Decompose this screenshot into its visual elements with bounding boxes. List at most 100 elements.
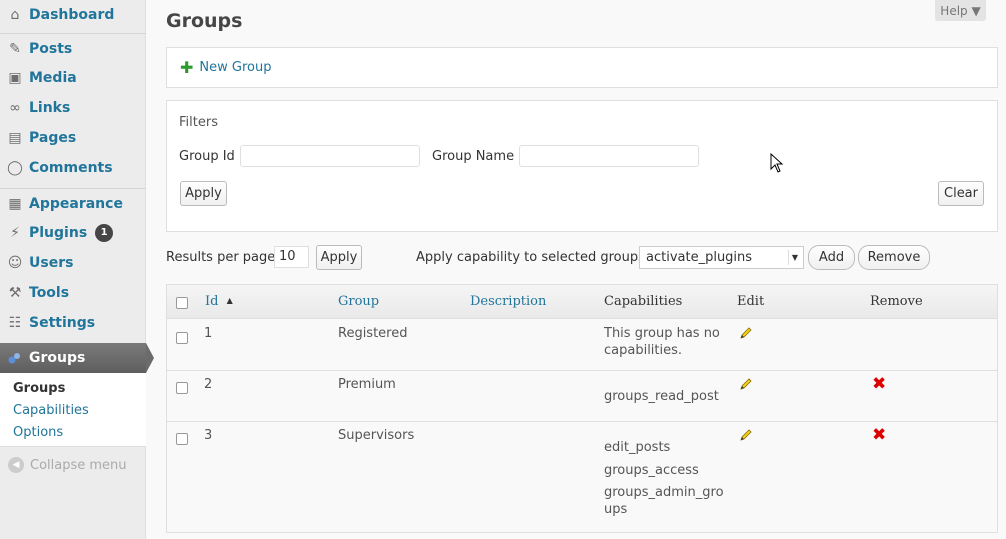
update-count-badge: 1 xyxy=(95,224,114,242)
comment-icon: ◯ xyxy=(7,160,23,176)
row-capabilities: This group has no capabilities. xyxy=(604,326,720,358)
new-group-panel: ✚ New Group xyxy=(166,47,998,88)
admin-sidebar: ⌂ Dashboard ✎ Posts ▣ Media ∞ Links ▤ Pa… xyxy=(0,0,154,539)
table-row: 1 Registered This group has no capabilit… xyxy=(167,319,997,371)
remove-x-icon[interactable]: ✖ xyxy=(872,427,886,444)
row-capability: groups_read_post xyxy=(604,389,719,404)
sort-ascending-icon: ▲ xyxy=(226,296,233,305)
column-remove: Remove xyxy=(870,294,923,309)
menu-label: Pages xyxy=(29,130,77,146)
menu-posts[interactable]: ✎ Posts xyxy=(0,33,146,63)
help-tab-button[interactable]: Help ▼ xyxy=(935,0,986,21)
link-icon: ∞ xyxy=(9,100,21,116)
results-per-page-input[interactable]: 10 xyxy=(274,246,309,268)
row-checkbox[interactable] xyxy=(176,332,188,344)
column-capabilities: Capabilities xyxy=(604,294,683,309)
edit-pencil-icon[interactable] xyxy=(739,326,753,340)
submenu-groups[interactable]: Groups xyxy=(13,381,65,396)
plug-icon: ⚡ xyxy=(10,225,20,241)
filters-apply-button[interactable]: Apply xyxy=(180,181,227,206)
row-group-name: Premium xyxy=(338,377,396,392)
submenu-capabilities[interactable]: Capabilities xyxy=(13,403,89,418)
row-checkbox[interactable] xyxy=(176,382,188,394)
menu-pages[interactable]: ▤ Pages xyxy=(0,123,146,153)
groups-submenu: Groups Capabilities Options xyxy=(0,373,146,447)
capability-select[interactable]: activate_plugins ▼ xyxy=(639,246,804,269)
menu-appearance[interactable]: ▦ Appearance xyxy=(0,188,146,218)
row-id: 1 xyxy=(204,326,213,341)
settings-icon: ☷ xyxy=(8,315,22,331)
row-id: 2 xyxy=(204,377,213,392)
table-header: Id ▲ Group Description Capabilities Edit… xyxy=(167,285,997,319)
table-toolbar: Results per page 10 Apply Apply capabili… xyxy=(166,245,998,271)
edit-pencil-icon[interactable] xyxy=(739,428,753,442)
main-content: Groups Help ▼ ✚ New Group Filters Group … xyxy=(147,0,1006,539)
apply-capability-label: Apply capability to selected groups: xyxy=(416,250,650,265)
menu-users[interactable]: ☺ Users xyxy=(0,248,146,278)
column-group-sort[interactable]: Group xyxy=(338,294,379,309)
row-capability: groups_access xyxy=(604,463,699,478)
menu-label: Appearance xyxy=(29,195,123,212)
filters-title: Filters xyxy=(179,115,218,130)
new-group-label: New Group xyxy=(199,60,272,75)
mouse-cursor-icon xyxy=(770,153,784,173)
users-icon: ☺ xyxy=(7,255,23,271)
column-id-sort[interactable]: Id ▲ xyxy=(205,294,233,309)
media-icon: ▣ xyxy=(8,70,22,86)
column-edit: Edit xyxy=(737,294,765,309)
chevron-down-icon: ▼ xyxy=(788,250,801,265)
menu-label: Comments xyxy=(29,160,113,176)
results-apply-button[interactable]: Apply xyxy=(316,245,362,270)
row-capability: edit_posts xyxy=(604,440,671,455)
row-group-name: Registered xyxy=(338,326,408,341)
menu-tools[interactable]: ⚒ Tools xyxy=(0,278,146,308)
row-capability: groups_admin_gro ups xyxy=(604,485,724,517)
column-description-sort[interactable]: Description xyxy=(470,294,546,309)
menu-label: Settings xyxy=(29,315,96,331)
groups-icon xyxy=(7,350,23,366)
filters-panel: Filters Group Id Group Name Apply Clear xyxy=(166,100,998,232)
pushpin-icon: ✎ xyxy=(9,40,21,57)
menu-links[interactable]: ∞ Links xyxy=(0,93,146,123)
table-row: 3 Supervisors edit_posts groups_access g… xyxy=(167,422,997,532)
group-id-input[interactable] xyxy=(240,145,420,167)
menu-settings[interactable]: ☷ Settings xyxy=(0,308,146,338)
submenu-options[interactable]: Options xyxy=(13,425,63,440)
menu-dashboard[interactable]: ⌂ Dashboard xyxy=(0,0,146,30)
dashboard-icon: ⌂ xyxy=(10,7,20,23)
collapse-menu-button[interactable]: ◀ Collapse menu xyxy=(8,457,127,473)
page-title: Groups xyxy=(166,10,243,32)
capability-selected-value: activate_plugins xyxy=(646,250,753,265)
row-checkbox[interactable] xyxy=(176,433,188,445)
menu-groups-current[interactable]: Groups xyxy=(0,343,154,373)
pages-icon: ▤ xyxy=(8,130,22,146)
add-capability-button[interactable]: Add xyxy=(808,245,855,270)
group-name-input[interactable] xyxy=(519,145,699,167)
row-id: 3 xyxy=(204,428,213,443)
menu-label: Groups xyxy=(29,350,86,366)
menu-plugins[interactable]: ⚡ Plugins 1 xyxy=(0,218,146,248)
filters-clear-button[interactable]: Clear xyxy=(938,181,984,206)
menu-media[interactable]: ▣ Media xyxy=(0,63,146,93)
collapse-label: Collapse menu xyxy=(30,457,127,473)
row-group-name: Supervisors xyxy=(338,428,415,443)
tools-icon: ⚒ xyxy=(8,285,22,301)
remove-capability-button[interactable]: Remove xyxy=(858,245,930,270)
menu-label: Users xyxy=(29,255,74,271)
column-id-label: Id xyxy=(205,294,219,309)
new-group-link[interactable]: ✚ New Group xyxy=(180,58,272,77)
plus-icon: ✚ xyxy=(180,58,194,77)
menu-comments[interactable]: ◯ Comments xyxy=(0,153,146,183)
appearance-icon: ▦ xyxy=(8,195,22,212)
menu-label: Dashboard xyxy=(29,7,115,23)
results-per-page-label: Results per page xyxy=(166,250,276,265)
remove-x-icon[interactable]: ✖ xyxy=(872,376,886,393)
select-all-checkbox[interactable] xyxy=(176,297,188,309)
menu-label: Posts xyxy=(29,40,73,57)
table-row: 2 Premium groups_read_post ✖ xyxy=(167,371,997,422)
menu-label: Tools xyxy=(29,285,70,301)
edit-pencil-icon[interactable] xyxy=(739,377,753,391)
menu-label: Media xyxy=(29,70,77,86)
group-id-label: Group Id xyxy=(179,149,235,164)
collapse-arrow-icon: ◀ xyxy=(8,457,24,473)
